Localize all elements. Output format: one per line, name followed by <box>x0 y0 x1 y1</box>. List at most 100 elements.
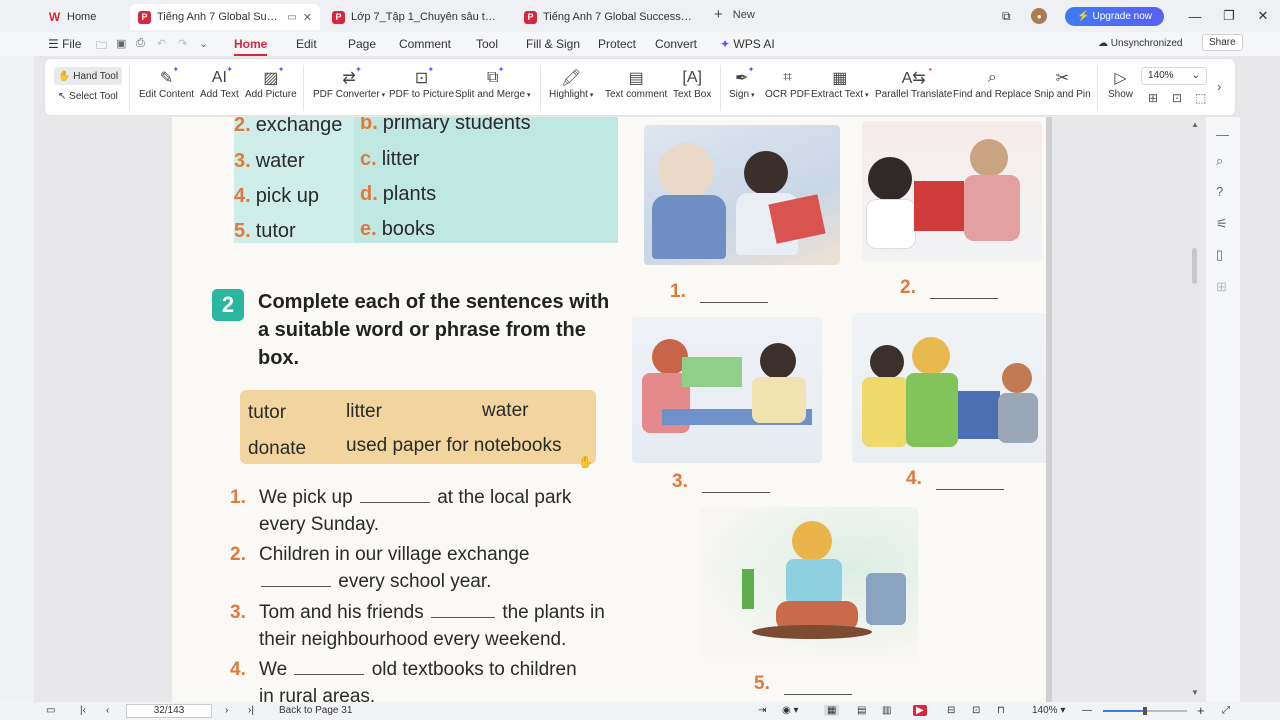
extract-text-button[interactable]: ▦ Extract Text <box>811 67 869 100</box>
open-folder-icon[interactable]: 🗀 <box>96 37 107 56</box>
print-icon[interactable]: ⎙ <box>136 37 145 50</box>
vertical-scrollbar[interactable]: ▲ ▼ <box>1190 120 1200 700</box>
help-icon[interactable]: ? <box>1216 184 1223 199</box>
split-merge-button[interactable]: ⧉ ✦ Split and Merge <box>455 65 531 100</box>
zoom-in-icon[interactable]: + <box>1197 703 1205 718</box>
item-number: 5. <box>234 220 251 242</box>
fit-screen-icon[interactable]: ⊡ <box>972 705 980 716</box>
zoom-slider[interactable] <box>1103 707 1187 715</box>
play-slideshow-icon[interactable]: ▶ <box>913 705 927 716</box>
undo-icon[interactable]: ↶ <box>157 37 166 50</box>
ocr-pdf-label: OCR PDF <box>765 89 810 100</box>
page-number-input[interactable]: 32/143 <box>126 704 212 718</box>
close-window-icon[interactable]: ✕ <box>1246 8 1280 24</box>
close-tab-icon[interactable]: ✕ <box>303 11 312 24</box>
menu-bar: ☰ File 🗀 ▣ ⎙ ↶ ↷ ⌄ Home Edit Page Commen… <box>0 32 1280 56</box>
menu-protect[interactable]: Protect <box>598 37 636 51</box>
add-text-button[interactable]: AI ✦ Add Text <box>200 65 239 100</box>
pdf-to-picture-button[interactable]: ⊡ ✦ PDF to Picture <box>389 65 454 100</box>
crop-icon[interactable]: ⊡ <box>1172 91 1182 105</box>
two-page-icon[interactable]: ▥ <box>882 705 891 716</box>
exercise-number-badge: 2 <box>212 289 244 321</box>
text-comment-button[interactable]: ▤ Text comment <box>605 67 667 100</box>
fit-page-icon[interactable]: ⊞ <box>1148 91 1158 105</box>
monitor-icon[interactable]: ▭ <box>287 12 296 23</box>
fullscreen-icon[interactable]: ⤢ <box>1222 705 1230 716</box>
menu-fill-sign[interactable]: Fill & Sign <box>526 37 580 51</box>
tab-document-2[interactable]: P Lớp 7_Tập 1_Chuyên sâu từ vựng ngữ <box>324 4 510 30</box>
highlight-button[interactable]: 🖍 Highlight <box>549 67 593 100</box>
first-page-icon[interactable]: |‹ <box>80 705 86 716</box>
tab-home[interactable]: W Home <box>40 4 126 30</box>
sync-status[interactable]: ☁ Unsynchronized <box>1098 38 1183 49</box>
hand-tool-button[interactable]: ✋ Hand Tool <box>54 67 122 85</box>
split-merge-label: Split and Merge <box>455 89 531 100</box>
item-text: pick up <box>255 185 320 207</box>
previous-page-icon[interactable]: ‹ <box>106 705 109 716</box>
zoom-level[interactable]: 140% ▾ <box>1032 705 1065 716</box>
restore-window-icon[interactable]: ⧉ <box>989 9 1023 24</box>
menu-convert[interactable]: Convert <box>655 37 697 51</box>
avatar[interactable]: ● <box>1031 8 1048 24</box>
exercise-instruction: Complete each of the sentences with a su… <box>258 291 610 369</box>
search-icon[interactable]: ⌕ <box>1216 153 1223 169</box>
menu-home[interactable]: Home <box>234 37 268 56</box>
redo-icon[interactable]: ↷ <box>178 37 187 50</box>
last-page-icon[interactable]: ›| <box>248 705 254 716</box>
chevron-right-icon[interactable]: › <box>1217 79 1221 94</box>
back-to-page-link[interactable]: Back to Page 31 <box>279 705 352 716</box>
fit-width-icon[interactable]: ⊟ <box>947 705 955 716</box>
tab-active-document[interactable]: P Tiếng Anh 7 Global Success - ▭ ✕ <box>130 4 320 30</box>
snip-pin-button[interactable]: ✂ Snip and Pin <box>1034 67 1091 100</box>
find-replace-button[interactable]: ⌕ Find and Replace <box>953 67 1031 100</box>
menu-edit[interactable]: Edit <box>296 37 317 51</box>
zoom-select[interactable]: 140% ⌄ <box>1141 67 1207 85</box>
pdf-icon: P <box>138 10 151 24</box>
scroll-up-icon[interactable]: ▲ <box>1191 120 1199 129</box>
title-bar: W Home P Tiếng Anh 7 Global Success - ▭ … <box>0 0 1280 32</box>
select-tool-button[interactable]: ↖ Select Tool <box>58 91 118 102</box>
menu-wps-ai[interactable]: ✦ WPS AI <box>720 37 775 51</box>
more-chevron-icon[interactable]: ⌄ <box>199 37 208 50</box>
export-icon[interactable]: ⇥ <box>758 705 766 716</box>
settings-sliders-icon[interactable]: ⚟ <box>1216 216 1228 232</box>
scroll-down-icon[interactable]: ▼ <box>1191 688 1199 697</box>
grid-icon[interactable]: ⊞ <box>1216 279 1227 295</box>
share-button[interactable]: Share <box>1202 34 1243 51</box>
menu-tool[interactable]: Tool <box>476 37 498 51</box>
add-picture-button[interactable]: ▨ ✦ Add Picture <box>245 65 297 100</box>
bookmark-icon[interactable]: ⊓ <box>997 705 1005 716</box>
single-page-icon[interactable]: ▦ <box>824 705 840 716</box>
parallel-translate-button[interactable]: A⇆ • Parallel Translate <box>875 65 952 100</box>
sentence-text: the plants in <box>502 602 605 623</box>
picture-icon: ▨ ✦ <box>263 65 285 87</box>
eye-view-icon[interactable]: ◉ ▾ <box>782 705 799 716</box>
new-tab-button[interactable]: + New <box>714 7 755 22</box>
maximize-icon[interactable]: ❐ <box>1212 8 1246 24</box>
zoom-slider-knob[interactable] <box>1143 707 1147 715</box>
sentence-text: Tom and his friends <box>259 602 424 623</box>
ocr-pdf-button[interactable]: ⌗ OCR PDF <box>765 67 810 100</box>
menu-page[interactable]: Page <box>348 37 376 51</box>
next-page-icon[interactable]: › <box>225 705 228 716</box>
menu-comment[interactable]: Comment <box>399 37 451 51</box>
collapse-icon[interactable]: — <box>1216 127 1229 142</box>
save-icon[interactable]: ▣ <box>116 37 126 50</box>
file-menu[interactable]: ☰ File <box>48 37 81 51</box>
zoom-out-icon[interactable]: — <box>1082 705 1092 716</box>
scrollbar-thumb[interactable] <box>1192 248 1197 284</box>
wps-logo-icon: W <box>48 10 61 24</box>
tab-document-3[interactable]: P Tiếng Anh 7 Global Success.pdf <box>516 4 702 30</box>
minimize-icon[interactable]: — <box>1178 9 1212 24</box>
frame-icon[interactable]: ⬚ <box>1195 91 1206 105</box>
text-box-button[interactable]: [A] Text Box <box>673 67 711 100</box>
toggle-sidebar-icon[interactable]: ▭ <box>46 705 55 716</box>
sign-button[interactable]: ✒ ✦ Sign <box>729 65 754 100</box>
upgrade-button[interactable]: ⚡ Upgrade now <box>1065 6 1164 26</box>
continuous-page-icon[interactable]: ▤ <box>857 705 866 716</box>
tab-label: Home <box>67 11 97 23</box>
pdf-converter-button[interactable]: ⇄ ✦ PDF Converter <box>313 65 385 100</box>
book-icon[interactable]: ▯ <box>1216 247 1223 263</box>
edit-content-button[interactable]: ✎ ✦ Edit Content <box>139 65 194 100</box>
show-button[interactable]: ▷ Show <box>1108 67 1133 100</box>
